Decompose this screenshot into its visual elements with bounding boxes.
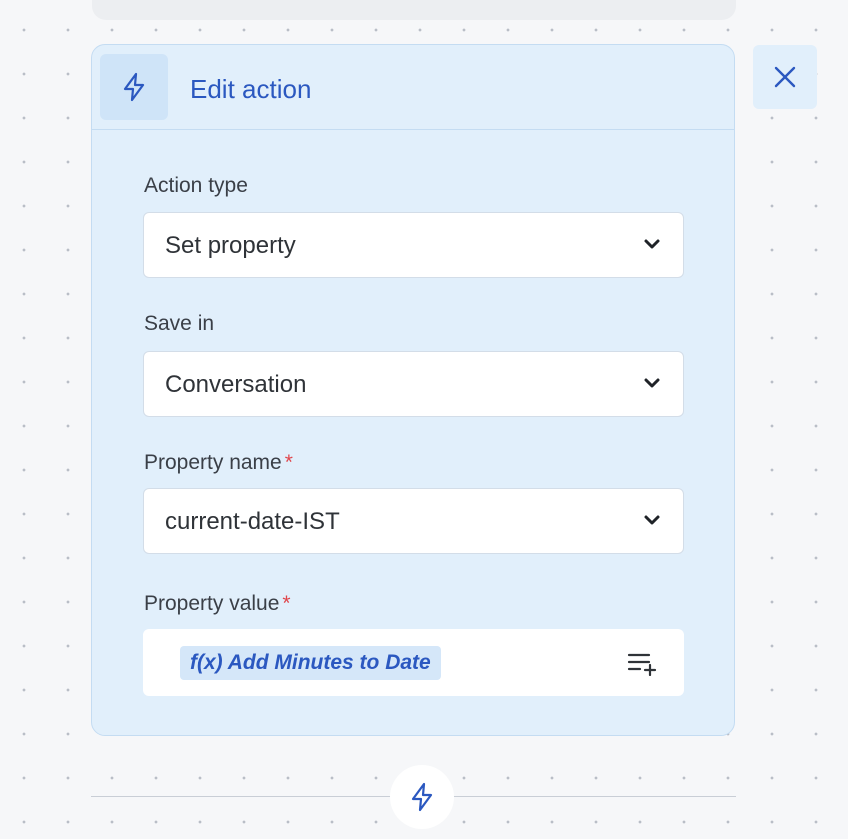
function-chip[interactable]: f(x) Add Minutes to Date — [180, 646, 441, 680]
property-name-select[interactable]: current-date-IST — [143, 488, 684, 554]
property-value-label: Property value * — [144, 591, 291, 617]
save-in-select[interactable]: Conversation — [143, 351, 684, 417]
save-in-label: Save in — [144, 311, 214, 337]
chevron-down-icon — [644, 515, 660, 525]
property-value-label-text: Property value — [144, 592, 280, 615]
edit-action-panel: Edit action Action type Set property Sav… — [91, 44, 735, 736]
lightning-bolt-icon — [100, 54, 168, 120]
required-marker: * — [284, 451, 293, 474]
required-marker: * — [282, 592, 291, 615]
previous-step-card — [92, 0, 736, 20]
panel-header: Edit action — [92, 45, 734, 130]
panel-title: Edit action — [190, 74, 312, 104]
action-type-value: Set property — [165, 232, 296, 259]
property-name-value: current-date-IST — [165, 508, 340, 535]
add-variable-icon[interactable] — [626, 650, 658, 676]
chevron-down-icon — [644, 378, 660, 388]
add-action-node[interactable] — [390, 765, 454, 829]
lightning-bolt-icon — [411, 782, 433, 812]
property-name-label-text: Property name — [144, 451, 282, 474]
property-name-label: Property name * — [144, 450, 293, 476]
save-in-value: Conversation — [165, 371, 307, 398]
save-in-label-text: Save in — [144, 312, 215, 335]
action-type-select[interactable]: Set property — [143, 212, 684, 278]
action-type-label: Action type — [144, 173, 248, 199]
close-button[interactable] — [753, 45, 817, 109]
action-type-label-text: Action type — [144, 174, 248, 197]
property-value-field[interactable]: f(x) Add Minutes to Date — [143, 629, 684, 696]
close-icon — [774, 66, 796, 88]
chevron-down-icon — [644, 239, 660, 249]
